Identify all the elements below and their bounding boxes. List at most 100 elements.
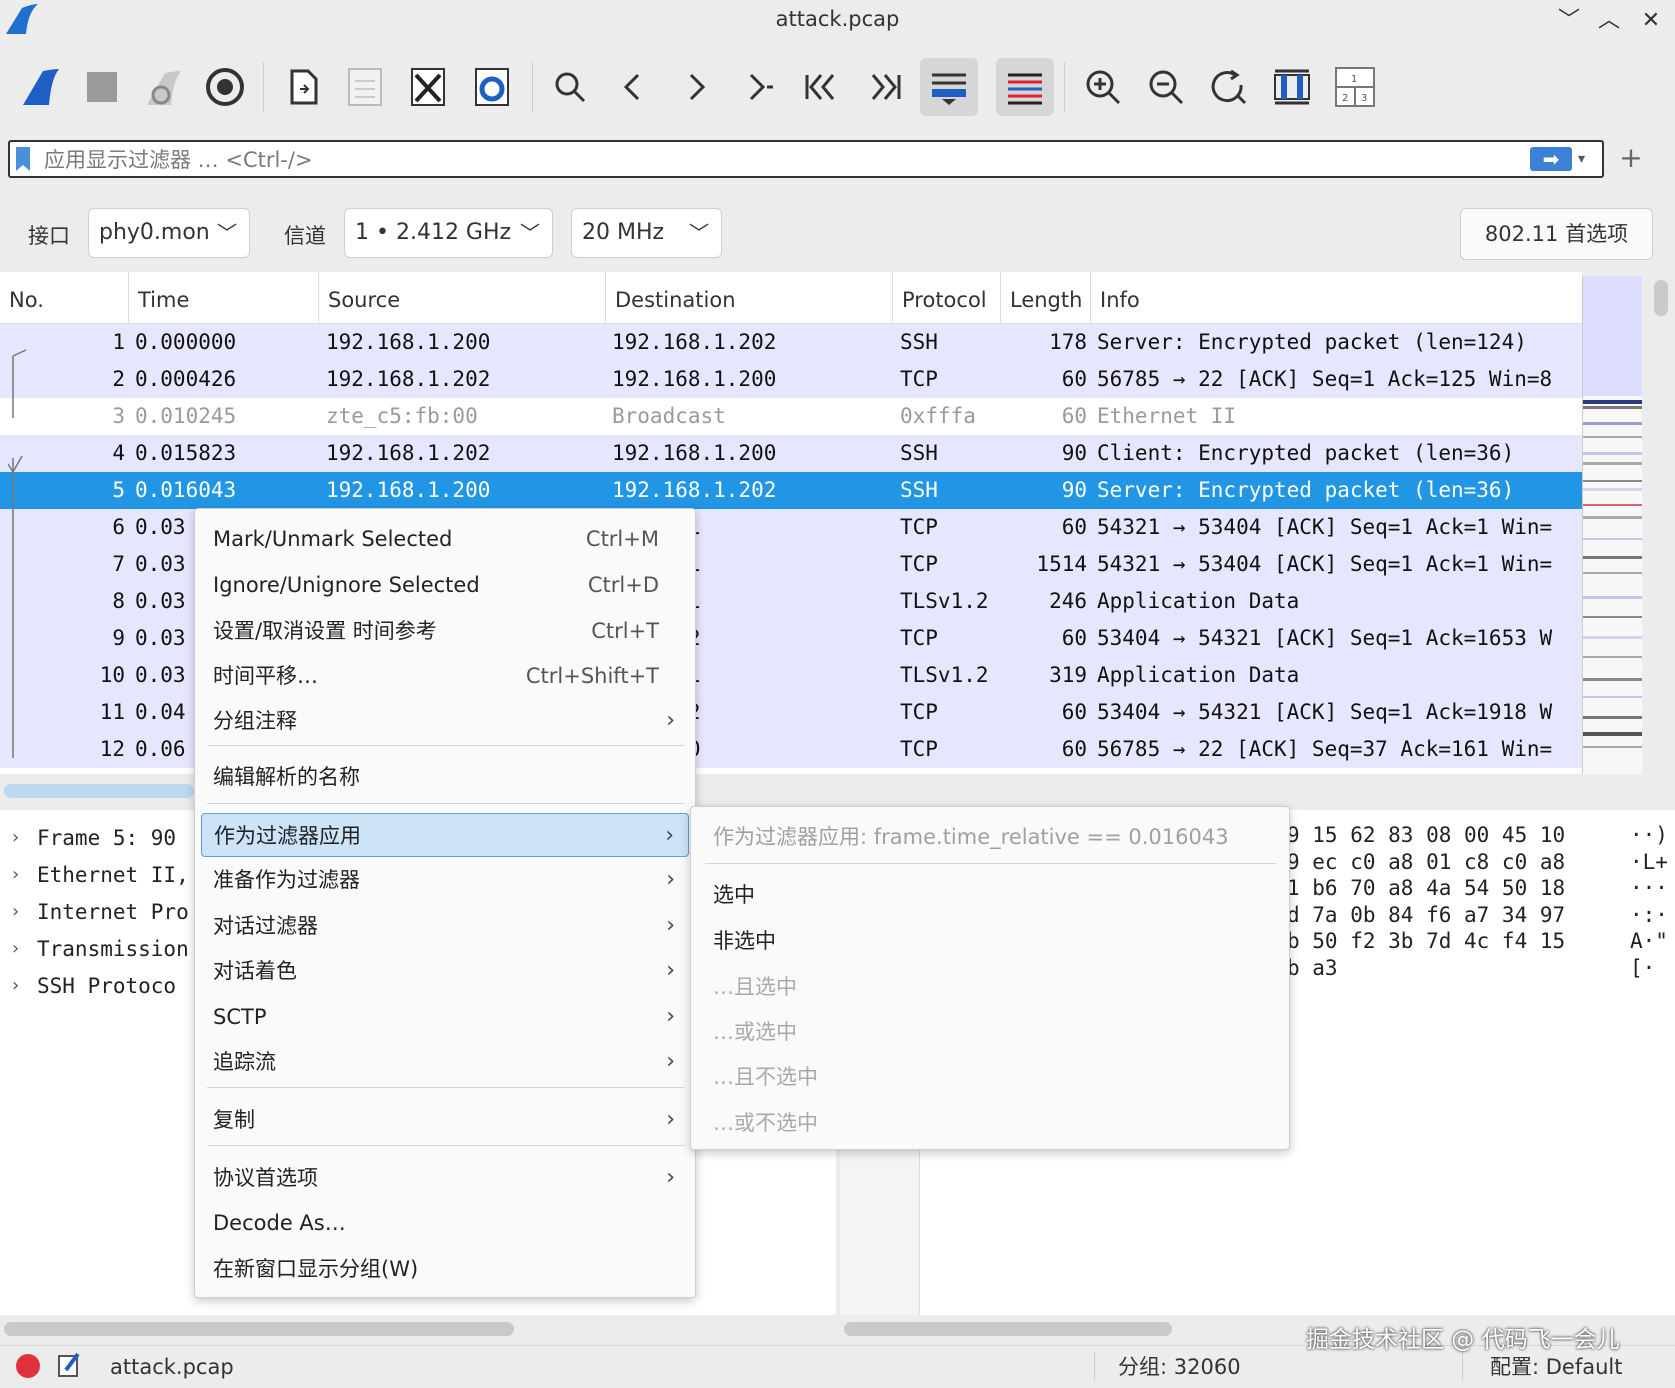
chevron-right-icon[interactable]: › [10, 857, 21, 893]
submenu-item[interactable]: 选中 [701, 873, 1261, 917]
zoom-out-button[interactable] [1137, 58, 1195, 116]
context-menu-item[interactable]: Mark/Unmark Selected Ctrl+M [201, 517, 689, 561]
close-button[interactable]: ✕ [1636, 6, 1666, 36]
ascii-line[interactable]: [· [1630, 955, 1655, 982]
start-capture-button[interactable] [12, 58, 70, 116]
zoom-in-button[interactable] [1074, 58, 1132, 116]
stop-capture-button[interactable] [73, 58, 131, 116]
interface-select[interactable]: phy0.mon ﹀ [88, 208, 250, 258]
channel-select[interactable]: 1 • 2.412 GHz ﹀ [344, 208, 553, 258]
expert-info-icon[interactable] [14, 1352, 42, 1380]
chevron-down-icon: ﹀ [217, 221, 237, 245]
hex-line[interactable]: d 7a 0b 84 f6 a7 34 97 [1287, 902, 1565, 929]
context-menu-item[interactable]: Ignore/Unignore Selected Ctrl+D [201, 563, 689, 607]
packet-row[interactable]: 3 0.010245 zte_c5:fb:00 Broadcast 0xfffa 60 Et… [0, 398, 1582, 435]
chevron-right-icon[interactable]: › [10, 820, 21, 856]
column-header-length[interactable]: Length [1001, 272, 1091, 324]
channel-width-select[interactable]: 20 MHz ﹀ [571, 208, 722, 258]
apply-filter-button[interactable]: ➡ [1530, 147, 1572, 171]
wlan-preferences-button[interactable]: 802.11 首选项 [1460, 208, 1653, 260]
context-menu-item[interactable]: 时间平移… Ctrl+Shift+T [201, 654, 689, 698]
packet-minimap[interactable] [1582, 276, 1643, 774]
context-menu-item[interactable]: SCTP › [201, 995, 689, 1039]
first-packet-button[interactable] [792, 58, 850, 116]
save-file-button[interactable] [336, 58, 394, 116]
context-menu-item[interactable]: 分组注释 › [201, 699, 689, 743]
close-file-icon [411, 68, 445, 106]
hex-line[interactable]: 9 ec c0 a8 01 c8 c0 a8 [1287, 849, 1565, 876]
column-header-destination[interactable]: Destination [606, 272, 893, 324]
packet-cell-info: Ethernet II [1097, 404, 1237, 428]
context-menu-item[interactable]: 设置/取消设置 时间参考 Ctrl+T [201, 609, 689, 653]
find-packet-button[interactable] [541, 58, 599, 116]
menu-item-label: 协议首选项 [213, 1166, 318, 1190]
submenu-arrow-icon: › [666, 1004, 675, 1029]
ascii-line[interactable]: A·" [1630, 928, 1668, 955]
column-header-time[interactable]: Time [129, 272, 319, 324]
watermark-text: 掘金技术社区 @ 代码飞一会儿 [1306, 1327, 1620, 1353]
packet-cell-len: 60 [1061, 737, 1087, 761]
previous-packet-button[interactable] [605, 58, 663, 116]
capture-options-button[interactable] [196, 58, 254, 116]
menu-item-label: 复制 [213, 1108, 255, 1132]
maximize-button[interactable]: ︿ [1594, 6, 1624, 36]
context-menu-item[interactable]: 对话着色 › [201, 949, 689, 993]
context-menu-item[interactable]: 复制 › [201, 1098, 689, 1142]
minimize-button[interactable]: ﹀ [1554, 6, 1584, 36]
ascii-line[interactable]: ··) [1630, 822, 1668, 849]
go-to-packet-button[interactable] [730, 58, 788, 116]
context-menu-item[interactable]: 编辑解析的名称 [201, 755, 689, 799]
packet-list-hscroll-thumb[interactable] [4, 784, 194, 798]
packet-cell-dst: 192.168.1.200 [612, 367, 777, 391]
packet-list-scrollbar[interactable] [1642, 272, 1675, 774]
hex-line[interactable]: b a3 [1287, 955, 1338, 982]
submenu-item[interactable]: 非选中 [701, 919, 1261, 963]
last-packet-button[interactable] [856, 58, 914, 116]
svg-text:1: 1 [1351, 74, 1357, 85]
packet-list-scroll-thumb[interactable] [1654, 280, 1668, 316]
layout-button[interactable]: 12 3 [1326, 58, 1384, 116]
chevron-right-icon[interactable]: › [10, 931, 21, 967]
hex-line[interactable]: b 50 f2 3b 7d 4c f4 15 [1287, 928, 1565, 955]
submenu-arrow-icon: › [666, 958, 675, 983]
normal-size-button[interactable] [1200, 58, 1258, 116]
ascii-line[interactable]: ·L+ [1630, 849, 1668, 876]
column-header-info[interactable]: Info [1091, 272, 1582, 324]
chevron-right-icon[interactable]: › [10, 894, 21, 930]
menu-item-label: 对话过滤器 [213, 914, 318, 938]
ascii-line[interactable]: ··· [1630, 875, 1668, 902]
next-packet-button[interactable] [668, 58, 726, 116]
close-file-button[interactable] [399, 58, 457, 116]
hex-line[interactable]: 1 b6 70 a8 4a 54 50 18 [1287, 875, 1565, 902]
open-file-button[interactable] [275, 58, 333, 116]
colorize-button[interactable] [996, 58, 1054, 116]
context-menu-item[interactable]: 对话过滤器 › [201, 904, 689, 948]
filter-history-dropdown[interactable]: ▾ [1578, 147, 1598, 171]
context-menu-item[interactable]: 协议首选项 › [201, 1156, 689, 1200]
packet-row[interactable]: 2 0.000426 192.168.1.202 192.168.1.200 TCP 60… [0, 361, 1582, 398]
bookmark-icon[interactable] [16, 147, 30, 171]
context-menu-item[interactable]: 准备作为过滤器 › [201, 858, 689, 902]
context-menu-item[interactable]: 追踪流 › [201, 1040, 689, 1084]
bytes-hscroll-thumb[interactable] [844, 1322, 1172, 1336]
column-header-protocol[interactable]: Protocol [893, 272, 1001, 324]
column-header-source[interactable]: Source [319, 272, 606, 324]
details-hscroll-thumb[interactable] [4, 1322, 514, 1336]
resize-columns-button[interactable] [1263, 58, 1321, 116]
packet-row-selected[interactable]: 5 0.016043 192.168.1.200 192.168.1.202 SSH 90… [0, 472, 1582, 509]
ascii-line[interactable]: ·:· [1630, 902, 1668, 929]
autoscroll-button[interactable] [920, 58, 978, 116]
context-menu-item[interactable]: 作为过滤器应用 › [201, 813, 689, 857]
add-filter-button[interactable]: + [1616, 143, 1646, 173]
hex-line[interactable]: 9 15 62 83 08 00 45 10 [1287, 822, 1565, 849]
capture-comment-icon[interactable] [56, 1350, 82, 1378]
reload-file-button[interactable] [463, 58, 521, 116]
context-menu-item[interactable]: Decode As… [201, 1201, 689, 1245]
restart-capture-button[interactable] [134, 58, 192, 116]
packet-row[interactable]: 4 0.015823 192.168.1.202 192.168.1.200 SSH 90… [0, 435, 1582, 472]
packet-row[interactable]: 1 0.000000 192.168.1.200 192.168.1.202 SSH 17… [0, 324, 1582, 361]
chevron-right-icon[interactable]: › [10, 968, 21, 1004]
display-filter-input[interactable] [44, 146, 1424, 174]
column-header-no[interactable]: No. [0, 272, 129, 324]
context-menu-item[interactable]: 在新窗口显示分组(W) [201, 1247, 689, 1291]
